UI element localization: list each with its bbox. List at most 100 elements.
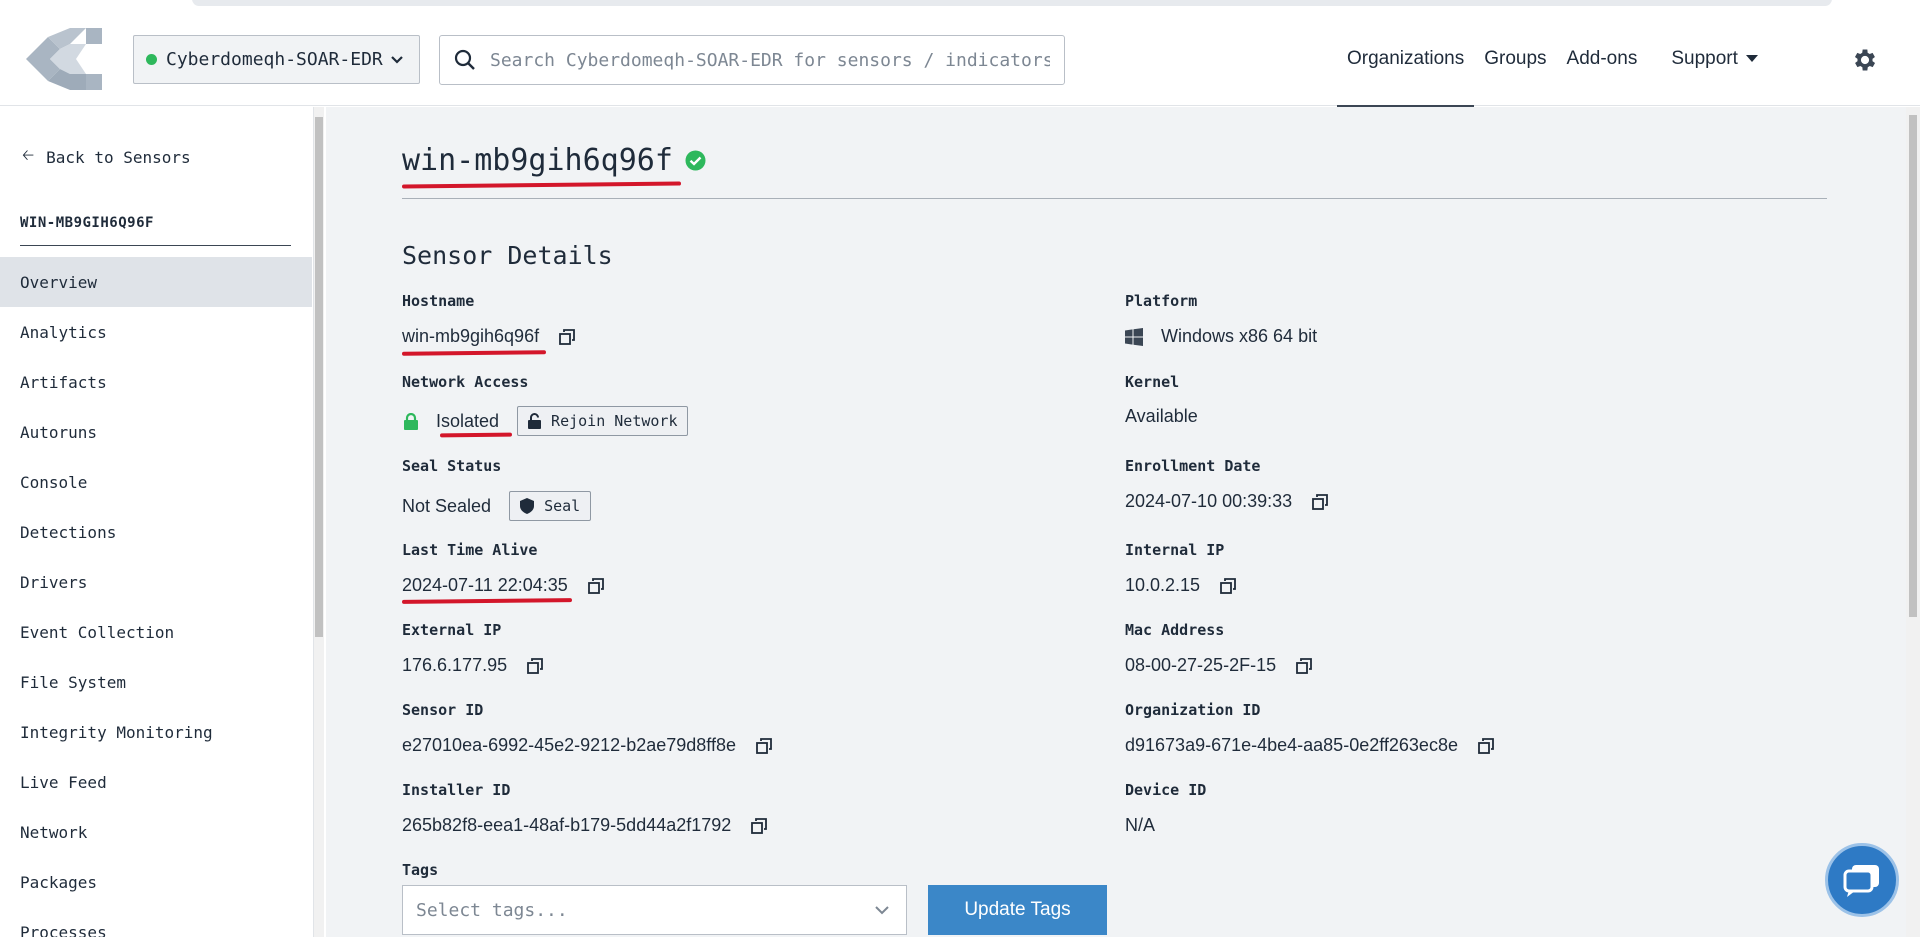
sensor-id-value: e27010ea-6992-45e2-9212-b2ae79d8ff8e [402,735,772,756]
sidebar-item-label: Event Collection [20,622,175,642]
rejoin-network-label: Rejoin Network [551,412,678,430]
search-icon [454,49,475,70]
title-divider [402,198,1827,199]
sidebar-item-event-collection[interactable]: Event Collection [0,607,312,657]
sidebar-item-artifacts[interactable]: Artifacts [0,357,312,407]
copy-icon[interactable] [756,737,772,754]
org-status-dot [146,54,157,65]
nav-groups[interactable]: Groups [1474,12,1556,106]
copy-icon[interactable] [527,657,544,674]
sidebar-scrollbar[interactable] [314,107,324,937]
seal-button-label: Seal [544,497,581,515]
sidebar-item-label: Console [20,472,88,492]
seal-status-label: Seal Status [402,457,502,475]
main-scrollbar[interactable] [1906,107,1920,937]
sidebar-item-integrity-monitoring[interactable]: Integrity Monitoring [0,707,312,757]
page-title-text: win-mb9gih6q96f [402,143,673,178]
external-ip-label: External IP [402,621,502,639]
org-selector-label: Cyberdomeqh-SOAR-EDR [166,49,383,70]
sidebar-item-overview[interactable]: Overview [0,257,312,307]
sidebar-item-packages[interactable]: Packages [0,857,312,907]
update-tags-button[interactable]: Update Tags [928,885,1107,935]
sidebar-item-label: Overview [20,272,98,292]
annotation-underline-title [401,181,682,189]
internal-ip-text: 10.0.2.15 [1125,575,1201,595]
copy-icon[interactable] [1312,493,1329,510]
back-link-label: Back to Sensors [46,148,191,167]
online-check-icon [685,150,706,171]
section-title: Sensor Details [402,241,613,270]
sidebar-item-label: Artifacts [20,372,107,392]
sidebar-item-label: Packages [20,872,98,892]
kernel-label: Kernel [1125,373,1180,391]
nav-add-ons-label: Add-ons [1566,48,1638,69]
nav-support-label: Support [1671,48,1738,69]
sidebar-scroll-thumb[interactable] [315,117,323,637]
copy-icon[interactable] [1296,657,1312,674]
mac-address-label: Mac Address [1125,621,1225,639]
copy-icon[interactable] [559,328,575,345]
sidebar-item-console[interactable]: Console [0,457,312,507]
copy-icon[interactable] [587,577,604,594]
sidebar-sensor-title: WIN-MB9GIH6Q96F [20,215,154,231]
lock-icon [404,412,418,430]
main-content: win-mb9gih6q96f Sensor Details Hostname … [326,107,1906,937]
sidebar-item-analytics[interactable]: Analytics [0,307,312,357]
tags-label: Tags [402,861,439,879]
organization-selector[interactable]: Cyberdomeqh-SOAR-EDR [133,35,420,84]
sidebar-item-file-system[interactable]: File System [0,657,312,707]
shield-icon [520,498,535,514]
annotation-underline-isolated [439,432,513,438]
unlock-icon [528,413,542,429]
sidebar-item-label: Live Feed [20,772,107,792]
enrollment-date-text: 2024-07-10 00:39:33 [1125,491,1293,511]
hostname-value: win-mb9gih6q96f [402,326,575,347]
sidebar-item-processes[interactable]: Processes [0,907,312,937]
arrow-left-icon: 🡠 [22,146,35,164]
mac-address-value: 08-00-27-25-2F-15 [1125,655,1312,676]
device-id-value: N/A [1125,815,1155,836]
device-id-label: Device ID [1125,781,1207,799]
enrollment-date-value: 2024-07-10 00:39:33 [1125,491,1329,512]
search-bar[interactable] [439,35,1065,85]
sidebar-item-drivers[interactable]: Drivers [0,557,312,607]
browser-top-strip [0,0,1920,12]
sidebar-item-label: Autoruns [20,422,98,442]
seal-status-text: Not Sealed [402,495,492,516]
copy-icon[interactable] [1220,577,1236,594]
nav-support[interactable]: Support [1661,12,1768,106]
last-time-alive-text: 2024-07-11 22:04:35 [402,575,568,595]
organization-id-text: d91673a9-671e-4be4-aa85-0e2ff263ec8e [1125,735,1458,755]
tags-placeholder: Select tags... [416,899,568,921]
annotation-underline-last-alive [401,598,573,604]
gear-icon[interactable] [1851,46,1879,74]
sidebar-item-network[interactable]: Network [0,807,312,857]
chevron-down-icon [391,56,403,64]
chevron-down-icon [875,906,889,915]
nav-add-ons[interactable]: Add-ons [1557,12,1648,106]
sidebar-item-autoruns[interactable]: Autoruns [0,407,312,457]
tags-select[interactable]: Select tags... [402,885,907,935]
back-to-sensors-link[interactable]: 🡠 Back to Sensors [22,145,191,170]
installer-id-label: Installer ID [402,781,511,799]
copy-icon[interactable] [751,817,768,834]
organization-id-value: d91673a9-671e-4be4-aa85-0e2ff263ec8e [1125,735,1494,756]
platform-label: Platform [1125,292,1198,310]
rejoin-network-button[interactable]: Rejoin Network [517,406,689,436]
sidebar-item-label: Network [20,822,88,842]
sidebar-item-live-feed[interactable]: Live Feed [0,757,312,807]
copy-icon[interactable] [1478,737,1494,754]
sidebar-item-detections[interactable]: Detections [0,507,312,557]
platform-text: Windows x86 64 bit [1161,326,1318,346]
last-time-alive-label: Last Time Alive [402,541,538,559]
seal-button[interactable]: Seal [509,491,592,521]
network-access-text: Isolated [436,410,500,431]
main-scroll-thumb[interactable] [1909,115,1917,617]
limacharlie-logo-icon[interactable] [26,28,102,90]
nav-organizations[interactable]: Organizations [1337,12,1475,107]
sidebar: 🡠 Back to Sensors WIN-MB9GIH6Q96F Overvi… [0,107,314,937]
enrollment-date-label: Enrollment Date [1125,457,1261,475]
chat-support-button[interactable] [1825,843,1899,917]
sidebar-nav: Overview Analytics Artifacts Autoruns Co… [0,257,312,937]
search-input[interactable] [490,49,1050,71]
